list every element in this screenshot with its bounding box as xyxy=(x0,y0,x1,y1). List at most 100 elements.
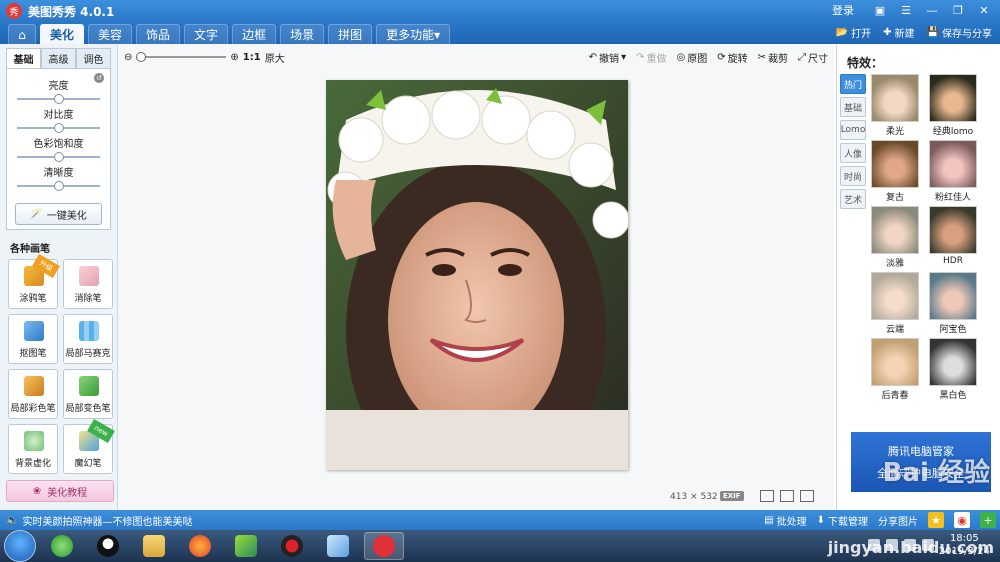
image-toolbar: ⊖ ⊕ 1:1 原大 ↶ 撤销 ▾ ↷ 重做 ◎ 原图 ⟳ 旋转 ✂ 裁剪 ⤢ 尺寸 xyxy=(118,44,834,70)
subtab-basic[interactable]: 基础 xyxy=(6,48,41,68)
login-link[interactable]: 登录 xyxy=(832,2,854,18)
effect-preview xyxy=(929,206,977,254)
brush-cutout[interactable]: 抠图笔 xyxy=(8,314,58,364)
brush-doodle[interactable]: 升级 涂鸦笔 xyxy=(8,253,60,309)
brush-eraser[interactable]: 消除笔 xyxy=(63,259,113,309)
taskbar-video-player[interactable] xyxy=(226,532,266,560)
scissors-icon: ✂ xyxy=(757,52,766,63)
category-basic[interactable]: 基础 xyxy=(840,97,866,117)
status-message[interactable]: 实时美颜拍照神器—不修图也能美美哒 xyxy=(22,513,192,528)
tab-accessories[interactable]: 饰品 xyxy=(136,24,181,44)
actual-size-label[interactable]: 原大 xyxy=(265,50,285,65)
rotate-button[interactable]: ⟳ 旋转 xyxy=(717,50,747,65)
effect-elegant[interactable]: 淡雅 xyxy=(871,206,919,270)
brush-mosaic[interactable]: 局部马赛克 xyxy=(63,314,113,364)
taskbar-recorder[interactable] xyxy=(272,532,312,560)
photo-canvas[interactable] xyxy=(326,80,628,470)
brightness-slider[interactable] xyxy=(17,94,100,104)
save-icon: 💾 xyxy=(926,27,939,38)
download-manager-button[interactable]: ⬇ 下载管理 xyxy=(817,513,868,528)
reset-icon[interactable]: ↺ xyxy=(94,73,104,83)
feedback-icon[interactable]: ▣ xyxy=(870,2,890,18)
tab-text[interactable]: 文字 xyxy=(184,24,229,44)
baidu-watermark-url: jingyan.baidu.com xyxy=(827,538,994,557)
subtab-color[interactable]: 调色 xyxy=(76,48,111,68)
taskbar-360-browser[interactable] xyxy=(42,532,82,560)
category-hot[interactable]: 热门 xyxy=(840,74,866,94)
contrast-slider[interactable] xyxy=(17,123,100,133)
star-icon[interactable]: ★ xyxy=(928,512,944,528)
actual-size-ratio[interactable]: 1:1 xyxy=(243,52,261,63)
tab-collage[interactable]: 拼图 xyxy=(328,24,373,44)
brush-magic[interactable]: new 魔幻笔 xyxy=(63,418,115,474)
add-icon[interactable]: + xyxy=(980,512,996,528)
brush-color-change[interactable]: 局部变色笔 xyxy=(63,369,113,419)
compare-view-icon[interactable] xyxy=(780,490,794,502)
app-logo-icon: 秀 xyxy=(6,3,22,19)
slider-knob[interactable] xyxy=(53,152,64,162)
slider-knob[interactable] xyxy=(53,181,64,191)
taskbar-firefox[interactable] xyxy=(180,532,220,560)
effect-cloud[interactable]: 云端 xyxy=(871,272,919,336)
effect-classic-lomo[interactable]: 经典lomo xyxy=(929,74,977,138)
taskbar-meitu[interactable] xyxy=(364,532,404,560)
category-portrait[interactable]: 人像 xyxy=(840,143,866,163)
zoom-slider[interactable] xyxy=(136,52,227,62)
effect-retro[interactable]: 复古 xyxy=(871,140,919,204)
exif-badge[interactable]: EXIF xyxy=(720,491,744,501)
category-lomo[interactable]: Lomo xyxy=(840,120,866,140)
mosaic-icon xyxy=(79,321,99,341)
taskbar-editor[interactable] xyxy=(318,532,358,560)
menu-icon[interactable]: ☰ xyxy=(896,2,916,18)
tab-scene[interactable]: 场景 xyxy=(280,24,325,44)
brush-local-color[interactable]: 局部彩色笔 xyxy=(8,369,58,419)
category-art[interactable]: 艺术 xyxy=(840,189,866,209)
share-image-button[interactable]: 分享图片 xyxy=(878,513,918,528)
single-view-icon[interactable] xyxy=(760,490,774,502)
close-icon[interactable]: ✕ xyxy=(974,2,994,18)
adjust-box: ↺ 亮度 对比度 色彩饱和度 清晰度 🪄 一键美化 xyxy=(6,68,111,230)
resize-button[interactable]: ⤢ 尺寸 xyxy=(798,50,828,65)
saturation-slider[interactable] xyxy=(17,152,100,162)
brush-background-blur[interactable]: 背景虚化 xyxy=(8,424,58,474)
tab-beauty[interactable]: 美容 xyxy=(88,24,133,44)
fullscreen-view-icon[interactable] xyxy=(800,490,814,502)
redo-button[interactable]: ↷ 重做 xyxy=(636,50,666,65)
taskbar-qq[interactable] xyxy=(88,532,128,560)
slider-knob[interactable] xyxy=(53,123,64,133)
tab-border[interactable]: 边框 xyxy=(232,24,277,44)
new-button[interactable]: ✚ 新建 xyxy=(883,25,914,40)
effect-youth[interactable]: 后青春 xyxy=(871,338,919,402)
open-button[interactable]: 📂 打开 xyxy=(836,25,871,40)
undo-button[interactable]: ↶ 撤销 ▾ xyxy=(589,50,626,65)
app-title: 美图秀秀 4.0.1 xyxy=(28,4,115,19)
home-button[interactable]: ⌂ xyxy=(8,24,36,44)
crop-button[interactable]: ✂ 裁剪 xyxy=(758,50,788,65)
zoom-knob[interactable] xyxy=(136,52,147,62)
effect-soft-light[interactable]: 柔光 xyxy=(871,74,919,138)
sharpness-slider[interactable] xyxy=(17,181,100,191)
taskbar-file-explorer[interactable] xyxy=(134,532,174,560)
minimize-icon[interactable]: — xyxy=(922,2,942,18)
one-click-beautify-button[interactable]: 🪄 一键美化 xyxy=(15,203,102,225)
category-fashion[interactable]: 时尚 xyxy=(840,166,866,186)
batch-process-button[interactable]: ▤ 批处理 xyxy=(764,513,806,528)
tab-more-features[interactable]: 更多功能 ▾ xyxy=(376,24,451,44)
file-actions: 📂 打开 ✚ 新建 💾 保存与分享 xyxy=(836,25,992,40)
tab-beautify[interactable]: 美化 xyxy=(40,24,85,44)
effect-pink-lady[interactable]: 粉红佳人 xyxy=(929,140,977,204)
original-button[interactable]: ◎ 原图 xyxy=(676,50,707,65)
effect-abao-color[interactable]: 阿宝色 xyxy=(929,272,977,336)
zoom-out-icon[interactable]: ⊖ xyxy=(124,52,132,63)
zoom-in-icon[interactable]: ⊕ xyxy=(230,52,238,63)
effect-hdr[interactable]: HDR xyxy=(929,206,977,270)
effect-black-white[interactable]: 黑白色 xyxy=(929,338,977,402)
tutorial-button[interactable]: ❀ 美化教程 xyxy=(6,480,114,502)
slider-knob[interactable] xyxy=(53,94,64,104)
subtab-advanced[interactable]: 高级 xyxy=(41,48,76,68)
maximize-icon[interactable]: ❐ xyxy=(948,2,968,18)
effect-preview xyxy=(871,206,919,254)
save-share-button[interactable]: 💾 保存与分享 xyxy=(927,25,992,40)
start-button[interactable] xyxy=(4,530,36,562)
weibo-icon[interactable]: ◉ xyxy=(954,512,970,528)
